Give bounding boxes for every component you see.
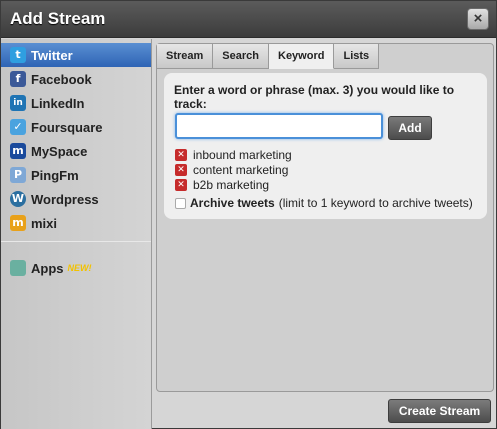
- mixi-icon: m: [10, 215, 26, 231]
- sidebar-item-linkedin[interactable]: in LinkedIn: [1, 91, 151, 115]
- sidebar-item-label: LinkedIn: [31, 95, 85, 111]
- remove-icon[interactable]: ✕: [175, 164, 187, 176]
- twitter-icon: t: [10, 47, 26, 63]
- sidebar-item-myspace[interactable]: m MySpace: [1, 139, 151, 163]
- keyword-item: ✕ content marketing: [175, 163, 288, 177]
- sidebar-item-label: Foursquare: [31, 119, 103, 135]
- linkedin-icon: in: [10, 95, 26, 111]
- sidebar-item-label: Apps: [31, 260, 64, 276]
- keyword-label: inbound marketing: [193, 148, 292, 162]
- network-sidebar: t Twitter f Facebook in LinkedIn ✓ Fours…: [1, 39, 152, 429]
- sidebar-item-facebook[interactable]: f Facebook: [1, 67, 151, 91]
- keyword-item: ✕ b2b marketing: [175, 178, 269, 192]
- close-button[interactable]: ×: [467, 8, 489, 30]
- pingfm-icon: P: [10, 167, 26, 183]
- apps-icon: [10, 260, 26, 276]
- add-stream-dialog: Add Stream × t Twitter f Facebook in Lin…: [0, 0, 497, 429]
- remove-icon[interactable]: ✕: [175, 149, 187, 161]
- myspace-icon: m: [10, 143, 26, 159]
- wordpress-icon: W: [10, 191, 26, 207]
- new-badge: NEW!: [67, 263, 92, 273]
- sidebar-divider: [1, 241, 151, 242]
- keyword-item: ✕ inbound marketing: [175, 148, 292, 162]
- keyword-label: b2b marketing: [193, 178, 270, 192]
- tab-stream[interactable]: Stream: [157, 44, 214, 69]
- keyword-panel: Enter a word or phrase (max. 3) you woul…: [164, 73, 487, 219]
- sidebar-item-label: Facebook: [31, 71, 92, 87]
- archive-tweets-checkbox[interactable]: [175, 197, 186, 209]
- title-bar: Add Stream ×: [1, 1, 496, 38]
- sidebar-item-label: Wordpress: [31, 191, 99, 207]
- sidebar-item-wordpress[interactable]: W Wordpress: [1, 187, 151, 211]
- facebook-icon: f: [10, 71, 26, 87]
- archive-tweets-row: Archive tweets (limit to 1 keyword to ar…: [175, 196, 473, 210]
- keyword-prompt: Enter a word or phrase (max. 3) you woul…: [174, 83, 455, 111]
- create-stream-button[interactable]: Create Stream: [388, 399, 491, 423]
- keyword-input[interactable]: [175, 113, 383, 139]
- foursquare-icon: ✓: [10, 119, 26, 135]
- remove-icon[interactable]: ✕: [175, 179, 187, 191]
- stream-content-panel: Stream Search Keyword Lists Enter a word…: [156, 43, 494, 392]
- sidebar-item-label: PingFm: [31, 167, 79, 183]
- dialog-title: Add Stream: [10, 9, 106, 28]
- tab-search[interactable]: Search: [213, 44, 269, 69]
- sidebar-item-mixi[interactable]: m mixi: [1, 211, 151, 235]
- archive-tweets-note: (limit to 1 keyword to archive tweets): [278, 196, 473, 210]
- sidebar-item-label: MySpace: [31, 143, 88, 159]
- tab-keyword[interactable]: Keyword: [269, 44, 335, 69]
- sidebar-item-apps[interactable]: Apps NEW!: [1, 256, 151, 280]
- tab-lists[interactable]: Lists: [334, 44, 380, 69]
- stream-tabs: Stream Search Keyword Lists: [157, 44, 380, 69]
- sidebar-item-twitter[interactable]: t Twitter: [1, 43, 151, 67]
- archive-tweets-label[interactable]: Archive tweets: [190, 196, 275, 210]
- sidebar-item-label: mixi: [31, 215, 58, 231]
- sidebar-item-label: Twitter: [31, 47, 73, 63]
- sidebar-item-pingfm[interactable]: P PingFm: [1, 163, 151, 187]
- keyword-label: content marketing: [193, 163, 289, 177]
- sidebar-item-foursquare[interactable]: ✓ Foursquare: [1, 115, 151, 139]
- add-keyword-button[interactable]: Add: [388, 116, 432, 140]
